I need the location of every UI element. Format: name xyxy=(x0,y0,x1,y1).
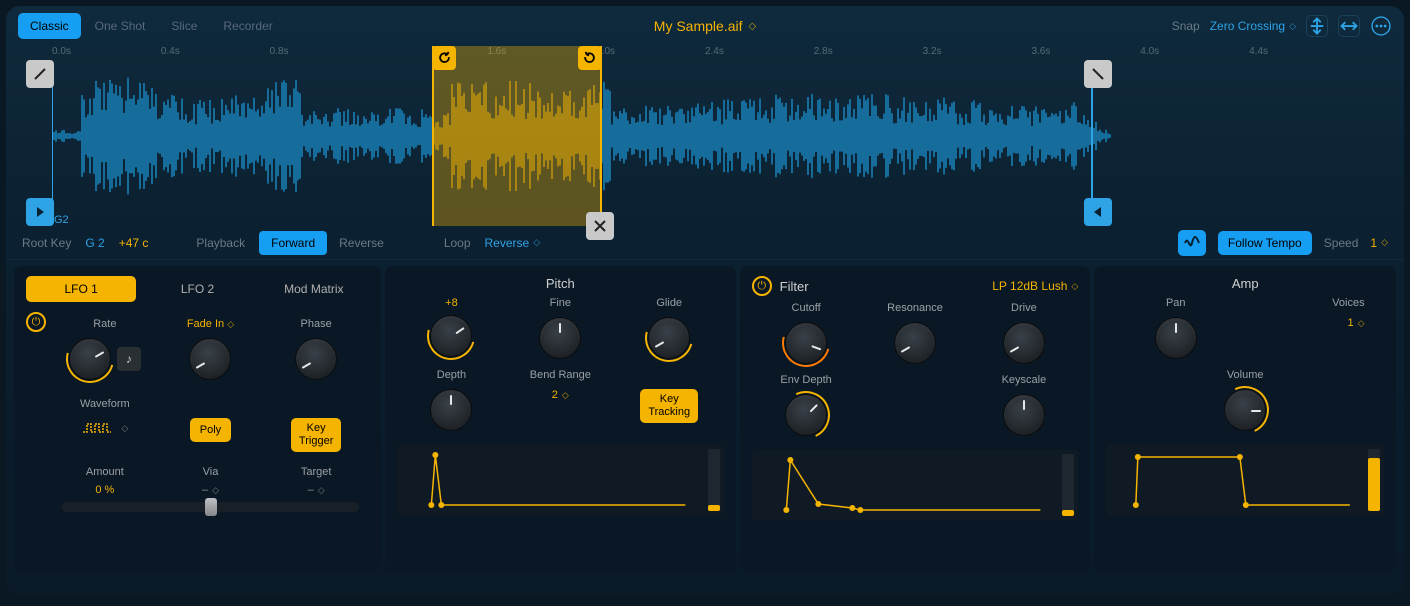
pitch-panel: Pitch +8 Fine Glide Depth Bend Range 2◇ K… xyxy=(385,266,736,572)
bendrange-label: Bend Range xyxy=(530,369,591,383)
target-select[interactable]: –◇ xyxy=(308,484,325,496)
pitch-title: Pitch xyxy=(397,276,724,291)
filter-panel: ⏻ Filter LP 12dB Lush◇ Cutoff Resonance … xyxy=(740,266,1091,572)
keyscale-knob[interactable] xyxy=(1003,394,1045,436)
amp-panel: Amp Pan Voices 1◇ Volume xyxy=(1094,266,1396,572)
rate-knob[interactable] xyxy=(69,338,111,380)
depth-knob[interactable] xyxy=(430,389,472,431)
playback-label: Playback xyxy=(196,236,245,250)
speed-label: Speed xyxy=(1324,236,1359,250)
tab-lfo2[interactable]: LFO 2 xyxy=(142,276,252,302)
pan-label: Pan xyxy=(1166,297,1186,311)
sample-title[interactable]: My Sample.aif ◇ xyxy=(654,18,756,34)
follow-tempo-button[interactable]: Follow Tempo xyxy=(1218,231,1312,255)
speed-value[interactable]: 1◇ xyxy=(1370,236,1388,250)
mode-selector: Classic One Shot Slice Recorder xyxy=(18,13,285,39)
filter-title: Filter xyxy=(780,279,809,294)
snap-value[interactable]: Zero Crossing◇ xyxy=(1210,19,1296,33)
fine-label: Fine xyxy=(550,297,571,311)
drive-label: Drive xyxy=(1011,302,1037,316)
tab-lfo1[interactable]: LFO 1 xyxy=(26,276,136,302)
playback-reverse[interactable]: Reverse xyxy=(327,231,396,255)
poly-button[interactable]: Poly xyxy=(190,418,231,442)
via-label: Via xyxy=(203,466,219,478)
key-trigger-button[interactable]: KeyTrigger xyxy=(291,418,341,452)
amount-slider[interactable] xyxy=(62,502,359,512)
amp-envelope[interactable] xyxy=(1106,445,1384,515)
loop-end-handle[interactable] xyxy=(578,46,602,70)
tab-modmatrix[interactable]: Mod Matrix xyxy=(259,276,369,302)
volume-label: Volume xyxy=(1227,369,1264,383)
amount-label: Amount xyxy=(86,466,124,478)
more-icon[interactable] xyxy=(1370,15,1392,37)
start-handle[interactable] xyxy=(26,198,54,226)
pan-knob[interactable] xyxy=(1155,317,1197,359)
depth-label: Depth xyxy=(437,369,466,383)
fade-label[interactable]: Fade In ◇ xyxy=(187,318,234,332)
title-caret-icon: ◇ xyxy=(749,21,757,32)
mode-classic[interactable]: Classic xyxy=(18,13,81,39)
via-select[interactable]: –◇ xyxy=(202,484,219,496)
voices-value[interactable]: 1◇ xyxy=(1348,317,1365,329)
volume-knob[interactable] xyxy=(1224,389,1266,431)
fade-out-handle[interactable] xyxy=(1084,60,1112,88)
envdepth-label: Env Depth xyxy=(780,374,831,388)
amount-value: 0 % xyxy=(95,484,114,496)
rootkey-note[interactable]: G 2 xyxy=(85,236,104,250)
crossfade-handle[interactable] xyxy=(586,212,614,240)
filter-type[interactable]: LP 12dB Lush◇ xyxy=(992,279,1078,293)
target-label: Target xyxy=(301,466,332,478)
filter-power-button[interactable]: ⏻ xyxy=(752,276,772,296)
waveform-select[interactable]: ◇ xyxy=(81,418,128,438)
phase-label: Phase xyxy=(301,318,332,332)
amp-title: Amp xyxy=(1106,276,1384,291)
waveform-display xyxy=(52,66,1372,206)
phase-knob[interactable] xyxy=(295,338,337,380)
pitch-envelope[interactable] xyxy=(397,445,724,515)
voices-label: Voices xyxy=(1332,297,1364,311)
fade-knob[interactable] xyxy=(189,338,231,380)
mode-recorder[interactable]: Recorder xyxy=(211,13,284,39)
cutoff-knob[interactable] xyxy=(785,322,827,364)
snap-label: Snap xyxy=(1172,19,1200,33)
vertical-zoom-icon[interactable] xyxy=(1306,15,1328,37)
mode-oneshot[interactable]: One Shot xyxy=(83,13,158,39)
sync-button[interactable]: ♪ xyxy=(117,347,141,371)
cutoff-label: Cutoff xyxy=(792,302,821,316)
loop-mode[interactable]: Reverse◇ xyxy=(485,236,541,250)
loop-region[interactable] xyxy=(432,46,602,226)
loop-start-handle[interactable] xyxy=(432,46,456,70)
drive-knob[interactable] xyxy=(1003,322,1045,364)
rate-label: Rate xyxy=(93,318,116,332)
keyscale-label: Keyscale xyxy=(1002,374,1047,388)
flex-icon[interactable] xyxy=(1178,230,1206,256)
filter-envelope[interactable] xyxy=(752,450,1079,520)
fine-knob[interactable] xyxy=(539,317,581,359)
lfo-panel: LFO 1 LFO 2 Mod Matrix ⏻ Rate ♪ Fade In … xyxy=(14,266,381,572)
fade-in-handle[interactable] xyxy=(26,60,54,88)
envdepth-knob[interactable] xyxy=(785,394,827,436)
time-ruler: 0.0s0.4s0.8s1.6s2.0s2.4s2.8s3.2s3.6s4.0s… xyxy=(52,46,1358,62)
playback-forward[interactable]: Forward xyxy=(259,231,327,255)
horizontal-zoom-icon[interactable] xyxy=(1338,15,1360,37)
waveform-editor[interactable]: 0.0s0.4s0.8s1.6s2.0s2.4s2.8s3.2s3.6s4.0s… xyxy=(18,46,1392,226)
playback-segment: Forward Reverse xyxy=(259,231,396,255)
glide-label: Glide xyxy=(656,297,682,311)
end-handle[interactable] xyxy=(1084,198,1112,226)
resonance-label: Resonance xyxy=(887,302,943,316)
waveform-rootkey: G2 xyxy=(54,214,69,226)
rootkey-tune[interactable]: +47 c xyxy=(119,236,149,250)
key-tracking-button[interactable]: KeyTracking xyxy=(640,389,698,423)
coarse-knob[interactable] xyxy=(430,315,472,357)
sample-name: My Sample.aif xyxy=(654,18,743,34)
rootkey-label: Root Key xyxy=(22,236,71,250)
mode-slice[interactable]: Slice xyxy=(159,13,209,39)
loop-label: Loop xyxy=(444,236,471,250)
coarse-value: +8 xyxy=(445,297,458,309)
glide-knob[interactable] xyxy=(648,317,690,359)
waveform-label: Waveform xyxy=(80,398,130,412)
bendrange-value[interactable]: 2◇ xyxy=(552,389,569,401)
resonance-knob[interactable] xyxy=(894,322,936,364)
lfo-power-button[interactable]: ⏻ xyxy=(26,312,46,332)
